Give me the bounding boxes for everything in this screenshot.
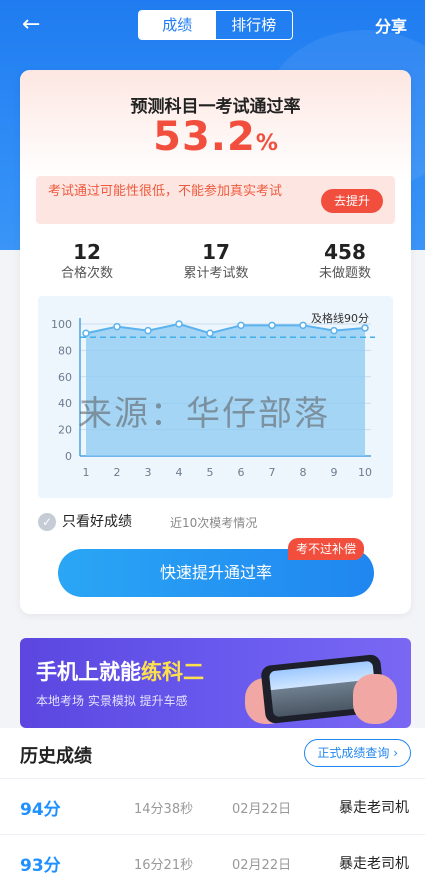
history-title: 历史成绩 [20,746,92,767]
tab-switch: 成绩 排行榜 [138,10,293,40]
watermark: 来源：华仔部落 [78,394,330,434]
prediction-card: 预测科目一考试通过率 53.2% 考试通过可能性很低，不能参加真实考试 去提升 … [20,70,411,614]
practice-banner[interactable]: 手机上就能练科二 本地考场 实景模拟 提升车感 [20,638,411,728]
filter-label: 只看好成绩 [62,514,132,530]
score-point [237,321,245,330]
score-point [299,321,307,330]
stat-passed: 12 合格次数 [32,240,142,284]
y-tick-label: 80 [58,344,72,357]
check-icon[interactable]: ✓ [38,513,56,531]
x-tick-label: 4 [176,466,183,479]
official-score-query-button[interactable]: 正式成绩查询 › [304,739,411,767]
stat-value: 17 [202,240,230,264]
score-point [175,320,183,328]
score-point [144,326,152,335]
stat-unanswered: 458 未做题数 [290,240,400,284]
history-name: 暴走老司机 [339,800,409,816]
share-button[interactable]: 分享 [375,13,407,37]
y-tick-label: 100 [51,318,72,331]
history-date: 02月22日 [232,858,292,873]
stats-row: 12 合格次数 17 累计考试数 458 未做题数 [20,240,411,290]
score-point [113,322,121,331]
history-duration: 16分21秒 [134,858,194,873]
y-tick-label: 0 [65,450,72,463]
x-tick-label: 5 [207,466,214,479]
history-date: 02月22日 [232,802,292,817]
warning-text: 考试通过可能性很低，不能参加真实考试 [48,184,283,199]
score-point [82,329,90,337]
history-score: 93分 [20,856,61,876]
x-tick-label: 10 [358,466,372,479]
pass-rate: 53.2% [20,114,411,160]
y-tick-label: 40 [58,397,72,410]
score-point [268,321,276,330]
pass-line-label: 及格线90分 [311,311,369,325]
banner-title-prefix: 手机上就能 [36,660,141,684]
x-tick-label: 9 [331,466,338,479]
filter-subtitle: 近10次模考情况 [170,516,258,530]
compensation-badge: 考不过补偿 [288,538,365,560]
stat-label: 未做题数 [318,266,371,281]
x-tick-label: 6 [238,466,245,479]
pass-rate-unit: % [255,131,278,156]
x-tick-label: 3 [145,466,152,479]
y-tick-label: 20 [58,424,72,437]
x-tick-label: 1 [83,466,90,479]
history-name: 暴走老司机 [339,856,409,872]
score-point [330,326,338,335]
stat-label: 合格次数 [60,266,113,281]
warning-banner: 考试通过可能性很低，不能参加真实考试 去提升 [36,176,395,224]
stat-label: 累计考试数 [183,266,249,281]
banner-subtitle: 本地考场 实景模拟 提升车感 [36,694,188,708]
history-row[interactable]: 94分 14分38秒 02月22日 暴走老司机 [0,778,425,834]
banner-title: 手机上就能练科二 [36,656,204,686]
x-tick-label: 8 [300,466,307,479]
history-row[interactable]: 93分 16分21秒 02月22日 暴走老司机 [0,834,425,888]
tab-ranking[interactable]: 排行榜 [216,11,293,39]
top-bar: ← 成绩 排行榜 分享 [0,0,425,52]
pass-rate-value: 53.2 [153,114,256,160]
stat-value: 12 [73,240,101,264]
stat-value: 458 [324,240,366,264]
score-point [206,329,214,337]
x-tick-label: 2 [114,466,121,479]
x-tick-label: 7 [269,466,276,479]
improve-button[interactable]: 去提升 [321,189,383,213]
stat-total-exams: 17 累计考试数 [161,240,271,284]
hand-right-image [353,674,397,724]
banner-title-highlight: 练科二 [141,660,204,684]
tab-scores[interactable]: 成绩 [139,11,216,39]
y-tick-label: 60 [58,371,72,384]
score-point [361,324,369,332]
history-score: 94分 [20,800,61,820]
back-arrow-icon[interactable]: ← [22,12,40,38]
history-duration: 14分38秒 [134,802,194,817]
history-header: 历史成绩 正式成绩查询 › [0,728,425,778]
